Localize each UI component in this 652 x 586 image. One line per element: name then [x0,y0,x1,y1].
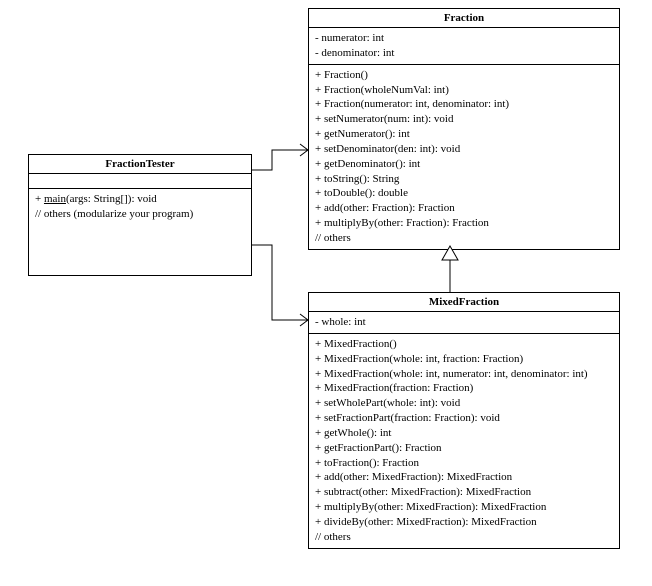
attributes-section: - numerator: int - denominator: int [309,28,619,65]
class-mixedfraction: MixedFraction - whole: int + MixedFracti… [308,292,620,549]
method-row: + setWholePart(whole: int): void [315,396,613,411]
method-row: + setDenominator(den: int): void [315,142,613,157]
method-row: + multiplyBy(other: MixedFraction): Mixe… [315,500,613,515]
method-row: + multiplyBy(other: Fraction): Fraction [315,216,613,231]
attributes-section: - whole: int [309,312,619,334]
attr-row: - whole: int [315,315,613,330]
class-fraction: Fraction - numerator: int - denominator:… [308,8,620,250]
method-row: + Fraction() [315,68,613,83]
attr-row: - denominator: int [315,46,613,61]
methods-section: + main(args: String[]): void // others (… [29,189,251,275]
method-row: + Fraction(numerator: int, denominator: … [315,97,613,112]
association-arrow-icon [251,144,308,170]
attr-row: - numerator: int [315,31,613,46]
method-row: + toString(): String [315,172,613,187]
class-title: MixedFraction [309,293,619,312]
method-row: + getFractionPart(): Fraction [315,441,613,456]
method-row: + subtract(other: MixedFraction): MixedF… [315,485,613,500]
method-row: + getDenominator(): int [315,157,613,172]
method-row: + MixedFraction(fraction: Fraction) [315,381,613,396]
method-row: + MixedFraction() [315,337,613,352]
method-row: + setNumerator(num: int): void [315,112,613,127]
method-row: + toFraction(): Fraction [315,456,613,471]
method-row: + add(other: MixedFraction): MixedFracti… [315,470,613,485]
method-row: // others [315,231,613,246]
generalization-arrow-icon [442,246,458,292]
method-row: + getNumerator(): int [315,127,613,142]
method-row: + MixedFraction(whole: int, fraction: Fr… [315,352,613,367]
method-row: + getWhole(): int [315,426,613,441]
class-title: FractionTester [29,155,251,174]
method-row: + toDouble(): double [315,186,613,201]
methods-section: + MixedFraction() + MixedFraction(whole:… [309,334,619,548]
method-row: + setFractionPart(fraction: Fraction): v… [315,411,613,426]
class-title: Fraction [309,9,619,28]
method-row: + divideBy(other: MixedFraction): MixedF… [315,515,613,530]
association-arrow-icon [251,245,308,326]
methods-section: + Fraction() + Fraction(wholeNumVal: int… [309,65,619,249]
class-fractiontester: FractionTester + main(args: String[]): v… [28,154,252,276]
attributes-section [29,174,251,189]
method-row: + MixedFraction(whole: int, numerator: i… [315,367,613,382]
method-row: + add(other: Fraction): Fraction [315,201,613,216]
method-row: // others (modularize your program) [35,207,245,222]
method-row: // others [315,530,613,545]
method-row: + Fraction(wholeNumVal: int) [315,83,613,98]
